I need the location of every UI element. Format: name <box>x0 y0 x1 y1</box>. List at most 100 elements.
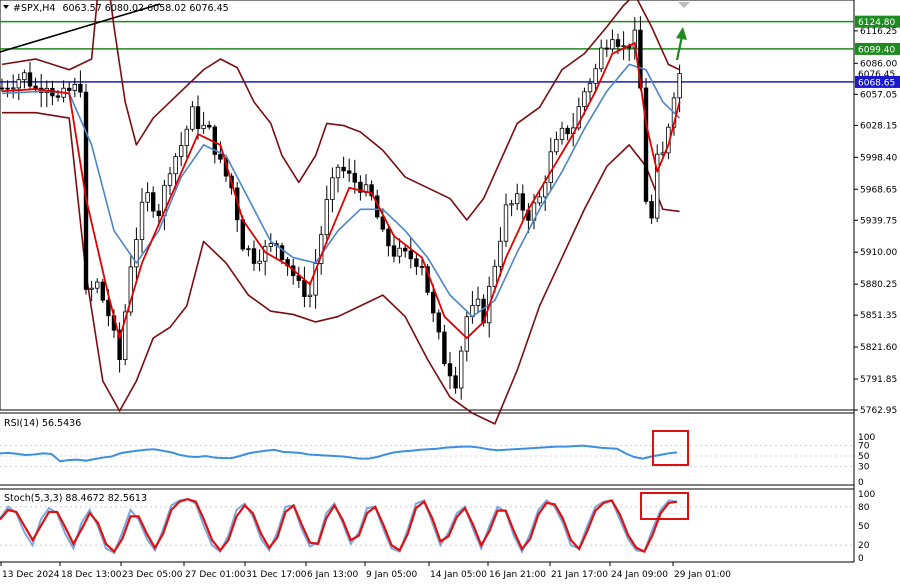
candle-body <box>492 265 497 287</box>
candle-body <box>498 240 503 267</box>
time-tick-label: 21 Jan 17:00 <box>551 570 608 580</box>
rsi-label: RSI(14) 56.5436 <box>4 418 81 429</box>
symbol-icon <box>3 5 9 9</box>
candle-body <box>458 350 464 389</box>
candle-body <box>139 201 145 240</box>
candle-body <box>414 258 419 267</box>
price-tick-label: 5968.65 <box>860 185 897 195</box>
candle-body <box>156 210 161 217</box>
candle-body <box>218 153 223 160</box>
candle-body <box>649 200 654 219</box>
price-tick-label: 5880.25 <box>860 280 897 290</box>
candle-body <box>206 124 212 128</box>
main-panel <box>0 0 855 411</box>
candle-body <box>599 47 604 70</box>
candle-body <box>402 247 408 252</box>
candle-body <box>447 363 453 377</box>
bollinger-lower <box>2 111 680 425</box>
rsi-tick-label: 50 <box>858 452 870 462</box>
candle-body <box>145 192 150 203</box>
candle-body <box>55 95 61 98</box>
price-tick-label: 5851.35 <box>860 311 897 321</box>
candle-body <box>33 85 38 89</box>
stoch-tick-label: 50 <box>858 522 870 532</box>
time-tick-label: 24 Jan 09:00 <box>611 570 668 580</box>
candle-body <box>453 375 458 389</box>
stoch-tick-label: 0 <box>858 554 864 564</box>
time-tick-label: 31 Dec 17:00 <box>246 570 307 580</box>
rsi-tick-label: 70 <box>858 442 870 452</box>
candle-body <box>307 294 313 297</box>
candle-body <box>246 248 251 251</box>
candle-body <box>302 280 307 297</box>
candle-body <box>515 193 520 205</box>
price-tick-label: 6116.25 <box>860 27 897 37</box>
candle-body <box>408 250 413 260</box>
candle-body <box>548 151 553 183</box>
candle-body <box>565 127 570 135</box>
candle-body <box>173 156 178 175</box>
chart-header: #SPX,H4 6063.57 6080.02 6058.02 6076.45 <box>13 3 229 14</box>
time-tick-label: 14 Jan 05:00 <box>430 570 487 580</box>
candle-body <box>190 106 195 130</box>
candle-body <box>610 39 615 50</box>
price-tick-label: 5821.60 <box>860 343 897 353</box>
candle-body <box>419 266 425 268</box>
time-tick-label: 27 Dec 01:00 <box>185 570 246 580</box>
time-tick-label: 23 Dec 05:00 <box>122 570 183 580</box>
candle-body <box>397 247 402 257</box>
time-tick-label: 16 Jan 21:00 <box>489 570 546 580</box>
candle-body <box>503 204 509 242</box>
time-tick-label: 29 Jan 01:00 <box>674 570 731 580</box>
candle-body <box>184 128 189 146</box>
candle-body <box>72 84 77 91</box>
rsi-highlight-box <box>652 430 689 466</box>
candle-body <box>391 245 397 257</box>
price-tag-label: 6099.40 <box>858 45 895 55</box>
price-tick-label: 5791.85 <box>860 375 897 385</box>
candle-body <box>554 139 559 153</box>
candle-body <box>67 87 72 91</box>
stoch-label: Stoch(5,3,3) 88.4672 82.5613 <box>4 493 147 504</box>
candle-body <box>251 248 257 264</box>
candle-body <box>615 39 621 47</box>
price-tick-label: 6057.05 <box>860 90 897 100</box>
symbol-label: #SPX,H4 <box>13 3 55 14</box>
candle-body <box>95 281 100 289</box>
chart-canvas: 6116.256086.006057.056028.155998.405968.… <box>0 0 900 580</box>
price-tick-label: 5939.75 <box>860 216 897 226</box>
candle-body <box>341 166 346 172</box>
rsi-layer <box>0 430 854 467</box>
candle-body <box>520 193 525 211</box>
candle-body <box>100 281 105 301</box>
price-tick-label: 6028.15 <box>860 121 897 131</box>
stoch-tick-label: 80 <box>858 503 870 513</box>
price-tag-label: 6124.80 <box>858 18 895 28</box>
up-arrow-icon <box>675 27 687 61</box>
rsi-line <box>0 444 678 463</box>
candle-body <box>593 68 598 84</box>
candle-body <box>587 82 593 93</box>
candle-body <box>442 331 447 365</box>
main-chart-layer <box>0 0 854 425</box>
autoscroll-marker-icon[interactable] <box>678 2 690 8</box>
time-tick-label: 9 Jan 05:00 <box>366 570 418 580</box>
price-tick-label: 5998.40 <box>860 153 897 163</box>
candle-body <box>27 72 33 87</box>
candle-body <box>677 73 682 99</box>
time-tick-label: 13 Dec 2024 <box>2 570 60 580</box>
candle-body <box>201 124 206 130</box>
candle-body <box>537 196 542 204</box>
candle-body <box>604 47 609 50</box>
candle-body <box>324 199 329 236</box>
candle-body <box>335 166 341 179</box>
candle-body <box>643 87 649 202</box>
candle-body <box>475 298 481 306</box>
rsi-tick-label: 30 <box>858 462 870 472</box>
candle-body <box>0 87 5 90</box>
stoch-tick-label: 20 <box>858 541 870 551</box>
price-tick-label: 5910.00 <box>860 248 897 258</box>
candle-body <box>621 45 626 48</box>
price-tick-label: 5762.95 <box>860 406 897 416</box>
candle-body <box>430 291 436 314</box>
